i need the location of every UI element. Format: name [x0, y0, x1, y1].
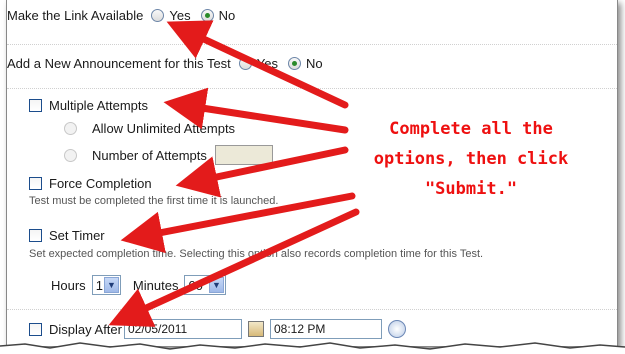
arrow-to-display-after [108, 208, 360, 327]
callout-line-2: options, then click [373, 149, 569, 169]
callout-line-3: "Submit." [424, 179, 518, 199]
arrow-to-multiple-attempts [163, 87, 349, 134]
instruction-callout: Complete all the options, then click "Su… [356, 114, 586, 204]
arrow-to-force-completion [175, 146, 349, 198]
callout-line-1: Complete all the [389, 119, 553, 139]
arrow-to-link-available [166, 20, 349, 109]
torn-edge [0, 342, 625, 354]
